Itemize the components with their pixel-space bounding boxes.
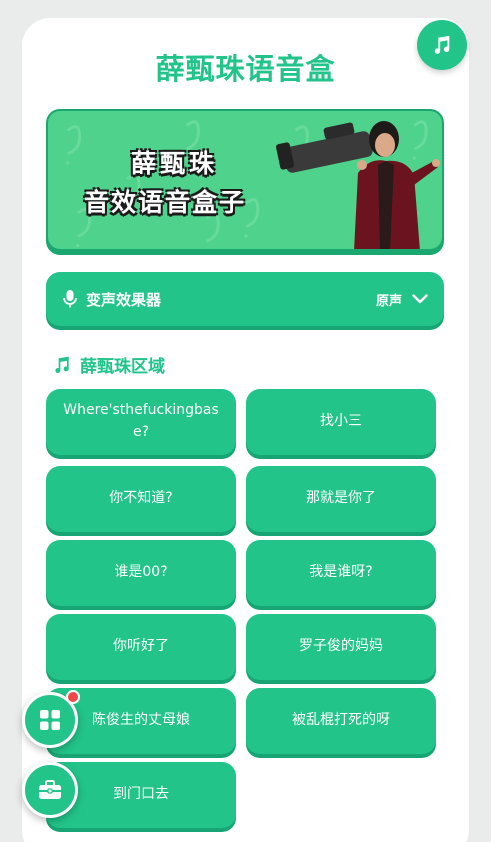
banner: 薛甄珠 音效语音盒子 [46,109,444,251]
sound-button[interactable]: Where'sthefuckingbase? [46,389,236,455]
voice-changer-value: 原声 [375,293,402,309]
banner-title-line2: 音效语音盒子 [84,188,247,217]
microphone-icon [63,290,77,308]
toolbox-button[interactable] [22,762,78,818]
sound-button[interactable]: 谁是00? [46,540,236,606]
section-header: 薛甄珠区域 [52,352,165,377]
toolbox-icon [39,780,61,799]
page-title: 薛甄珠语音盒 [155,52,336,86]
section-title: 薛甄珠区域 [80,357,165,377]
notification-badge [66,690,80,704]
music-note-icon [434,35,450,54]
sound-button[interactable]: 你听好了 [46,614,236,680]
sound-button[interactable]: 找小三 [246,389,436,455]
sound-button[interactable]: 你不知道? [46,466,236,532]
music-note-icon [55,356,69,373]
sound-button[interactable]: 那就是你了 [246,466,436,532]
sound-button[interactable]: 我是谁呀? [246,540,436,606]
sound-button[interactable]: 罗子俊的妈妈 [246,614,436,680]
chevron-down-icon [412,294,428,304]
music-button[interactable] [417,20,467,70]
voice-changer-label: 变声效果器 [86,290,162,309]
grid-icon [40,710,60,730]
banner-title-line1: 薛甄珠 [131,149,219,178]
sound-button[interactable]: 被乱棍打死的呀 [246,688,436,754]
voice-changer-dropdown[interactable]: 变声效果器 原声 [46,272,444,326]
banner-character-image [276,121,440,249]
